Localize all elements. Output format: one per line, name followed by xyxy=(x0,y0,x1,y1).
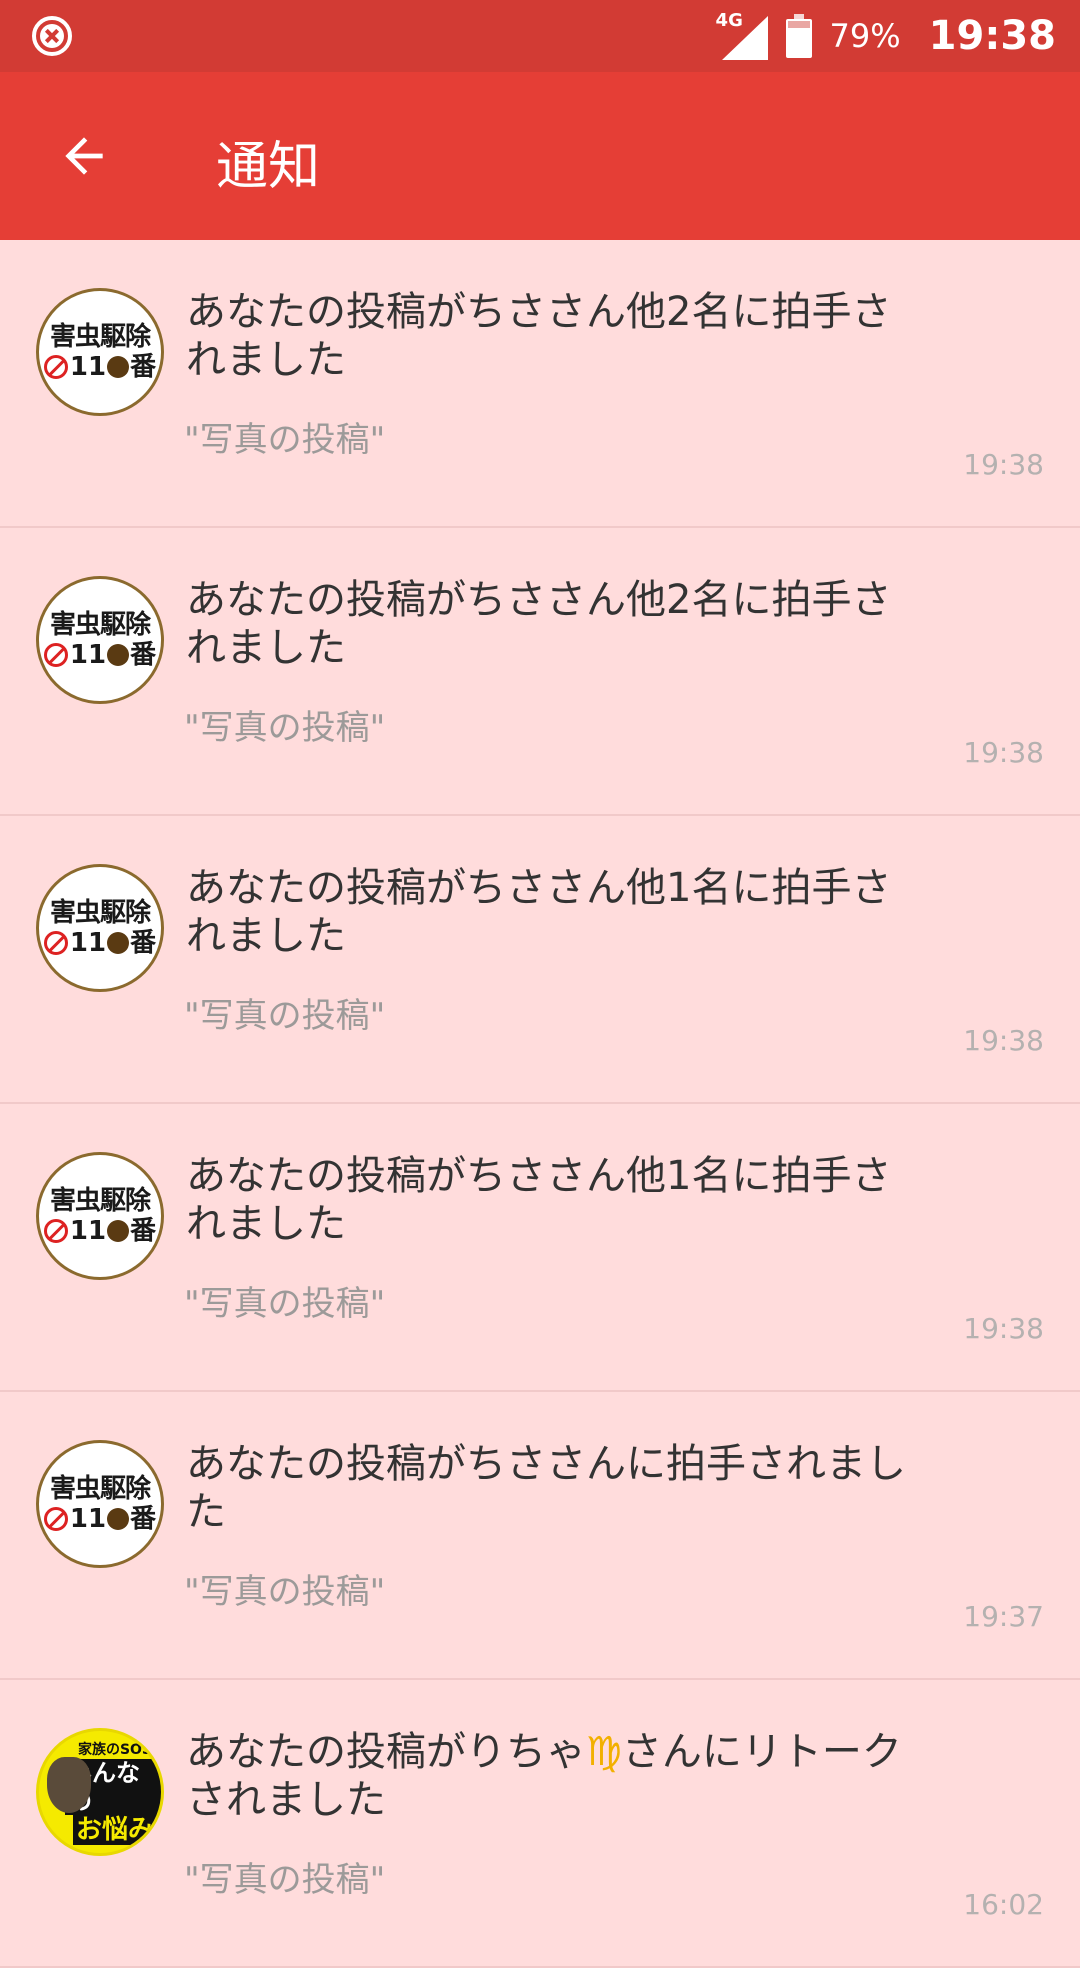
notification-time: 19:37 xyxy=(963,1600,1044,1633)
notification-subtitle: "写真の投稿" xyxy=(184,1860,386,1900)
notification-subtitle: "写真の投稿" xyxy=(184,708,386,748)
notification-time: 16:02 xyxy=(963,1888,1044,1921)
notification-time: 19:38 xyxy=(963,736,1044,769)
notification-message: あなたの投稿がちささん他2名に拍手されました xyxy=(186,577,892,671)
avatar[interactable]: 害虫駆除 11 番 xyxy=(36,1440,164,1568)
no-bug-icon xyxy=(43,1507,68,1531)
person-icon xyxy=(47,1757,91,1813)
battery-icon xyxy=(785,14,812,58)
notification-item[interactable]: 害虫駆除 11 番 あなたの投稿がちささん他2名に拍手されました "写真の投稿" … xyxy=(0,528,1080,816)
notification-item[interactable]: 害虫駆除 11 番 あなたの投稿がちささん他2名に拍手されました "写真の投稿" … xyxy=(0,240,1080,528)
notification-message: あなたの投稿がりちゃ♍さんにリトークされました xyxy=(186,1729,902,1823)
notification-subtitle: "写真の投稿" xyxy=(184,420,386,460)
avatar[interactable]: 家族のSOS みんなの お悩み xyxy=(36,1728,164,1856)
notification-item[interactable]: 害虫駆除 11 番 あなたの投稿がちささん他1名に拍手されました "写真の投稿" … xyxy=(0,1104,1080,1392)
notification-time: 19:38 xyxy=(963,1312,1044,1345)
notification-list: 害虫駆除 11 番 あなたの投稿がちささん他2名に拍手されました "写真の投稿" … xyxy=(0,240,1080,1968)
notification-time: 19:38 xyxy=(963,448,1044,481)
avatar[interactable]: 害虫駆除 11 番 xyxy=(36,864,164,992)
notification-subtitle: "写真の投稿" xyxy=(184,1284,386,1324)
no-bug-icon xyxy=(43,643,68,667)
avatar[interactable]: 害虫駆除 11 番 xyxy=(36,576,164,704)
no-bug-icon xyxy=(43,1219,68,1243)
notification-item[interactable]: 害虫駆除 11 番 あなたの投稿がちささん他1名に拍手されました "写真の投稿" … xyxy=(0,816,1080,1104)
notification-message: あなたの投稿がちささん他2名に拍手されました xyxy=(186,289,892,383)
notification-subtitle: "写真の投稿" xyxy=(184,996,386,1036)
notification-item[interactable]: 害虫駆除 11 番 あなたの投稿がちささんに拍手されました "写真の投稿" 19:… xyxy=(0,1392,1080,1680)
notification-message: あなたの投稿がちささんに拍手されました xyxy=(186,1441,906,1535)
app-bar: 通知 xyxy=(0,72,1080,240)
close-circle-icon xyxy=(32,16,72,56)
notification-subtitle: "写真の投稿" xyxy=(184,1572,386,1612)
avatar[interactable]: 害虫駆除 11 番 xyxy=(36,1152,164,1280)
no-bug-icon xyxy=(43,355,68,379)
page-title: 通知 xyxy=(216,137,321,197)
back-button[interactable] xyxy=(46,118,122,194)
notification-message: あなたの投稿がちささん他1名に拍手されました xyxy=(186,1153,892,1247)
arrow-left-icon xyxy=(65,137,103,175)
avatar[interactable]: 害虫駆除 11 番 xyxy=(36,288,164,416)
status-bar: 4G 79% 19:38 xyxy=(0,0,1080,72)
battery-percent: 79% xyxy=(829,17,901,55)
notification-message: あなたの投稿がちささん他1名に拍手されました xyxy=(186,865,892,959)
virgo-icon: ♍ xyxy=(586,1729,622,1775)
notification-time: 19:38 xyxy=(963,1024,1044,1057)
no-bug-icon xyxy=(43,931,68,955)
clock: 19:38 xyxy=(928,13,1056,59)
notification-item[interactable]: 家族のSOS みんなの お悩み あなたの投稿がりちゃ♍さんにリトークされました … xyxy=(0,1680,1080,1968)
signal-icon: 4G xyxy=(716,10,768,60)
